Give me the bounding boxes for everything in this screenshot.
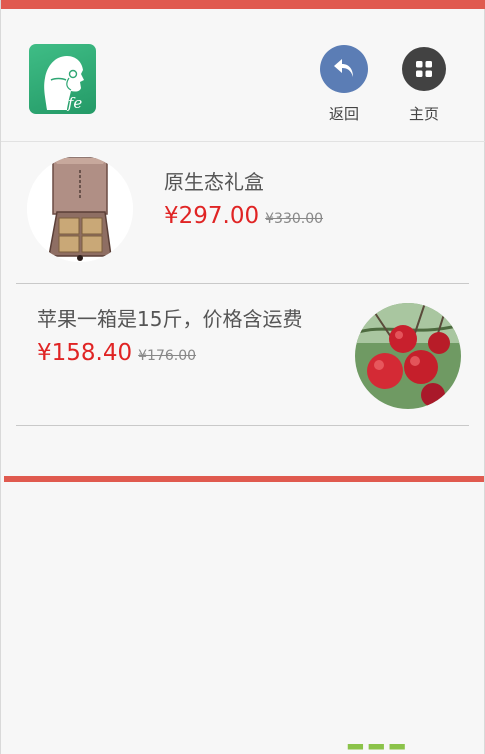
product-price: ¥297.00 (164, 203, 260, 229)
header: ife 返回 主页 (1, 9, 485, 142)
undo-arrow-icon (320, 45, 368, 93)
top-accent-bar (1, 0, 485, 9)
ife-logo-icon[interactable]: ife (29, 44, 96, 114)
svg-text:ife: ife (63, 94, 82, 112)
product-item-apples[interactable]: 苹果一箱是15斤，价格含运费 ¥158.40 ¥176.00 (16, 284, 469, 426)
back-label: 返回 (328, 105, 359, 123)
product-name: 苹果一箱是15斤，价格含运费 (37, 307, 303, 331)
section-divider (4, 476, 484, 482)
back-button[interactable]: 返回 (314, 45, 374, 124)
product-original-price: ¥176.00 (138, 348, 197, 364)
product-image-apples (355, 303, 461, 409)
home-label: 主页 (408, 105, 439, 123)
price-row: ¥297.00 ¥330.00 (164, 203, 323, 229)
product-name: 原生态礼盒 (164, 170, 264, 194)
product-image-gift-box (27, 156, 133, 262)
product-item-gift-box[interactable]: 原生态礼盒 ¥297.00 ¥330.00 (16, 142, 469, 284)
product-price: ¥158.40 (37, 340, 133, 366)
home-button[interactable]: 主页 (394, 45, 454, 124)
product-original-price: ¥330.00 (265, 211, 324, 227)
bottom-cut-off-link: ▬▬▬ ▬▬▬ (346, 744, 466, 754)
grid-icon (402, 47, 446, 91)
price-row: ¥158.40 ¥176.00 (37, 340, 196, 366)
